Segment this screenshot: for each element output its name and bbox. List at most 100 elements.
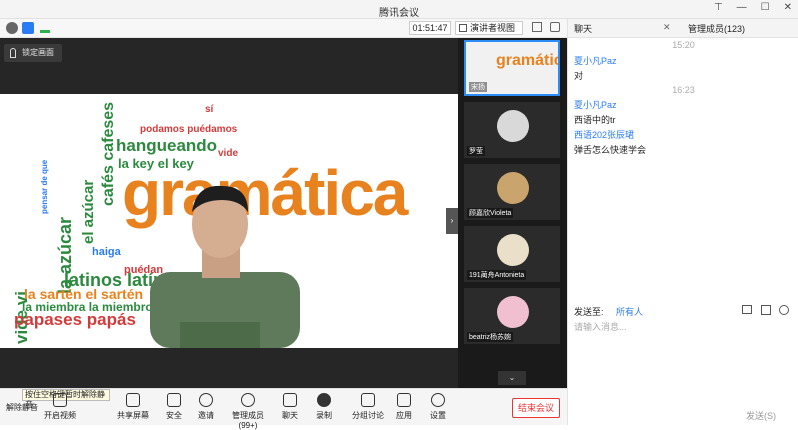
participant-name: 191蔺舟Antonieta	[467, 270, 527, 280]
chat-messages: 15:20 夏小凡Paz 对 16:23 夏小凡Paz 西语中的tr 西语202…	[568, 38, 798, 300]
gear-icon	[431, 393, 445, 407]
send-to-selector[interactable]: 所有人	[616, 307, 643, 317]
picture-in-picture-icon[interactable]	[550, 22, 560, 32]
participant-thumb[interactable]: 191蔺舟Antonieta	[464, 226, 560, 282]
more-icon[interactable]	[779, 305, 789, 315]
slide-word: hangueando	[116, 136, 218, 155]
apps-label: 应用	[396, 411, 412, 420]
title-bar: 腾讯会议 ⊤ — ☐ ✕	[0, 0, 798, 19]
security-label: 安全	[166, 411, 182, 420]
pin-icon	[10, 48, 16, 58]
window-title: 腾讯会议	[379, 8, 419, 19]
participant-thumb[interactable]: 罗莹	[464, 102, 560, 158]
unmute-label: 解除静音	[6, 403, 38, 412]
shared-screen-area: 锁定画面 vide vi la azúcar el azúcar papases…	[0, 38, 458, 388]
breakout-button[interactable]: 分组讨论	[348, 393, 388, 421]
message-sender[interactable]: 夏小凡Paz	[574, 98, 617, 111]
shield-icon	[167, 393, 181, 407]
breakout-label: 分组讨论	[352, 411, 384, 420]
chat-icon	[283, 393, 297, 407]
lock-view-label: 锁定画面	[22, 48, 54, 57]
chat-panel: 聊天 ✕ 管理成员(123) 15:20 夏小凡Paz 对 16:23 夏小凡P…	[567, 19, 798, 425]
message-time: 16:23	[672, 85, 695, 95]
maximize-icon[interactable]: ☐	[761, 2, 770, 13]
avatar	[497, 296, 529, 328]
presentation-slide: vide vi la azúcar el azúcar papases papá…	[0, 94, 458, 348]
share-icon	[126, 393, 140, 407]
info-icon[interactable]	[6, 22, 18, 34]
slide-word: podamos puédamos	[140, 124, 238, 135]
camera-icon	[53, 393, 67, 407]
record-label: 录制	[316, 411, 332, 420]
scroll-down-button[interactable]: ⌄	[498, 371, 526, 385]
close-icon[interactable]: ✕	[784, 2, 792, 13]
shield-icon[interactable]	[22, 22, 34, 34]
participant-name: 罗莹	[467, 146, 485, 156]
record-button[interactable]: 录制	[304, 393, 344, 421]
message-text: 对	[574, 71, 584, 81]
participant-name: 顾嘉欣Violeta	[467, 208, 514, 218]
meeting-info-bar: 01:51:47 演讲者视图	[0, 19, 567, 38]
signal-icon[interactable]	[40, 23, 50, 33]
send-to-label: 发送至:	[574, 307, 604, 317]
collapse-sidebar-button[interactable]: ›	[446, 208, 458, 234]
participant-thumbnails: gramática 宋扬 罗莹 顾嘉欣Violeta 191蔺舟Antoniet…	[458, 38, 567, 388]
meeting-timer: 01:51:47	[409, 21, 451, 35]
save-icon[interactable]	[761, 305, 771, 315]
minimize-icon[interactable]: —	[737, 2, 747, 13]
tab-members[interactable]: 管理成员(123)	[688, 22, 745, 35]
tab-chat[interactable]: 聊天	[574, 22, 592, 35]
slide-word: la miembra la miembro	[22, 300, 153, 314]
slide-word: cafés cafeses	[100, 101, 117, 206]
window-controls: ⊤ — ☐ ✕	[714, 2, 792, 13]
record-icon	[317, 393, 331, 407]
share-label: 共享屏幕	[117, 411, 149, 420]
members-label: 管理成员(99+)	[232, 411, 264, 430]
send-button[interactable]: 发送(S)	[746, 409, 776, 422]
settings-button[interactable]: 设置	[418, 393, 458, 421]
avatar	[497, 234, 529, 266]
members-icon	[241, 393, 255, 407]
message-sender[interactable]: 夏小凡Paz	[574, 54, 617, 67]
apps-icon	[397, 393, 411, 407]
slide-preview: gramática	[496, 52, 558, 69]
settings-label: 设置	[430, 411, 446, 420]
chat-label: 聊天	[282, 411, 298, 420]
grid-icon	[459, 24, 467, 32]
message-text: 西语中的tr	[574, 115, 616, 125]
avatar	[497, 110, 529, 142]
invite-label: 邀请	[198, 411, 214, 420]
fullscreen-icon[interactable]	[532, 22, 542, 32]
view-mode-label: 演讲者视图	[470, 23, 516, 33]
folder-icon[interactable]	[742, 305, 752, 314]
message-text: 弹舌怎么快速学会	[574, 145, 647, 155]
message-time: 15:20	[672, 40, 695, 50]
view-mode-button[interactable]: 演讲者视图	[455, 21, 523, 35]
lock-view-button[interactable]: 锁定画面	[4, 44, 62, 62]
unmute-button[interactable]: 解除静音	[2, 402, 42, 413]
video-button[interactable]: 开启视频	[40, 393, 80, 421]
slide-word: el azúcar	[80, 179, 97, 244]
participant-thumb[interactable]: beatriz杨苏婉	[464, 288, 560, 344]
members-button[interactable]: 管理成员(99+)	[224, 393, 272, 430]
participant-thumb[interactable]: gramática 宋扬	[464, 40, 560, 96]
participant-name: 宋扬	[469, 82, 487, 92]
pin-icon[interactable]: ⊤	[714, 2, 723, 13]
invite-button[interactable]: 邀请	[186, 393, 226, 421]
invite-icon	[199, 393, 213, 407]
slide-word: haiga	[92, 246, 121, 258]
chat-tabs: 聊天 ✕ 管理成员(123)	[568, 19, 798, 38]
share-screen-button[interactable]: 共享屏幕	[113, 393, 153, 421]
end-meeting-button[interactable]: 结束会议	[512, 398, 560, 418]
chat-input[interactable]: 请输入消息...	[574, 320, 794, 400]
participant-thumb[interactable]: 顾嘉欣Violeta	[464, 164, 560, 220]
message-sender[interactable]: 西语202张辰珺	[574, 128, 634, 141]
slide-word: sí	[205, 104, 214, 115]
video-label: 开启视频	[44, 411, 76, 420]
close-icon[interactable]: ✕	[663, 22, 671, 33]
breakout-icon	[361, 393, 375, 407]
participant-name: beatriz杨苏婉	[467, 332, 514, 342]
slide-word: pensar de que	[40, 159, 49, 214]
send-to-row: 发送至: 所有人	[574, 305, 643, 318]
avatar	[497, 172, 529, 204]
